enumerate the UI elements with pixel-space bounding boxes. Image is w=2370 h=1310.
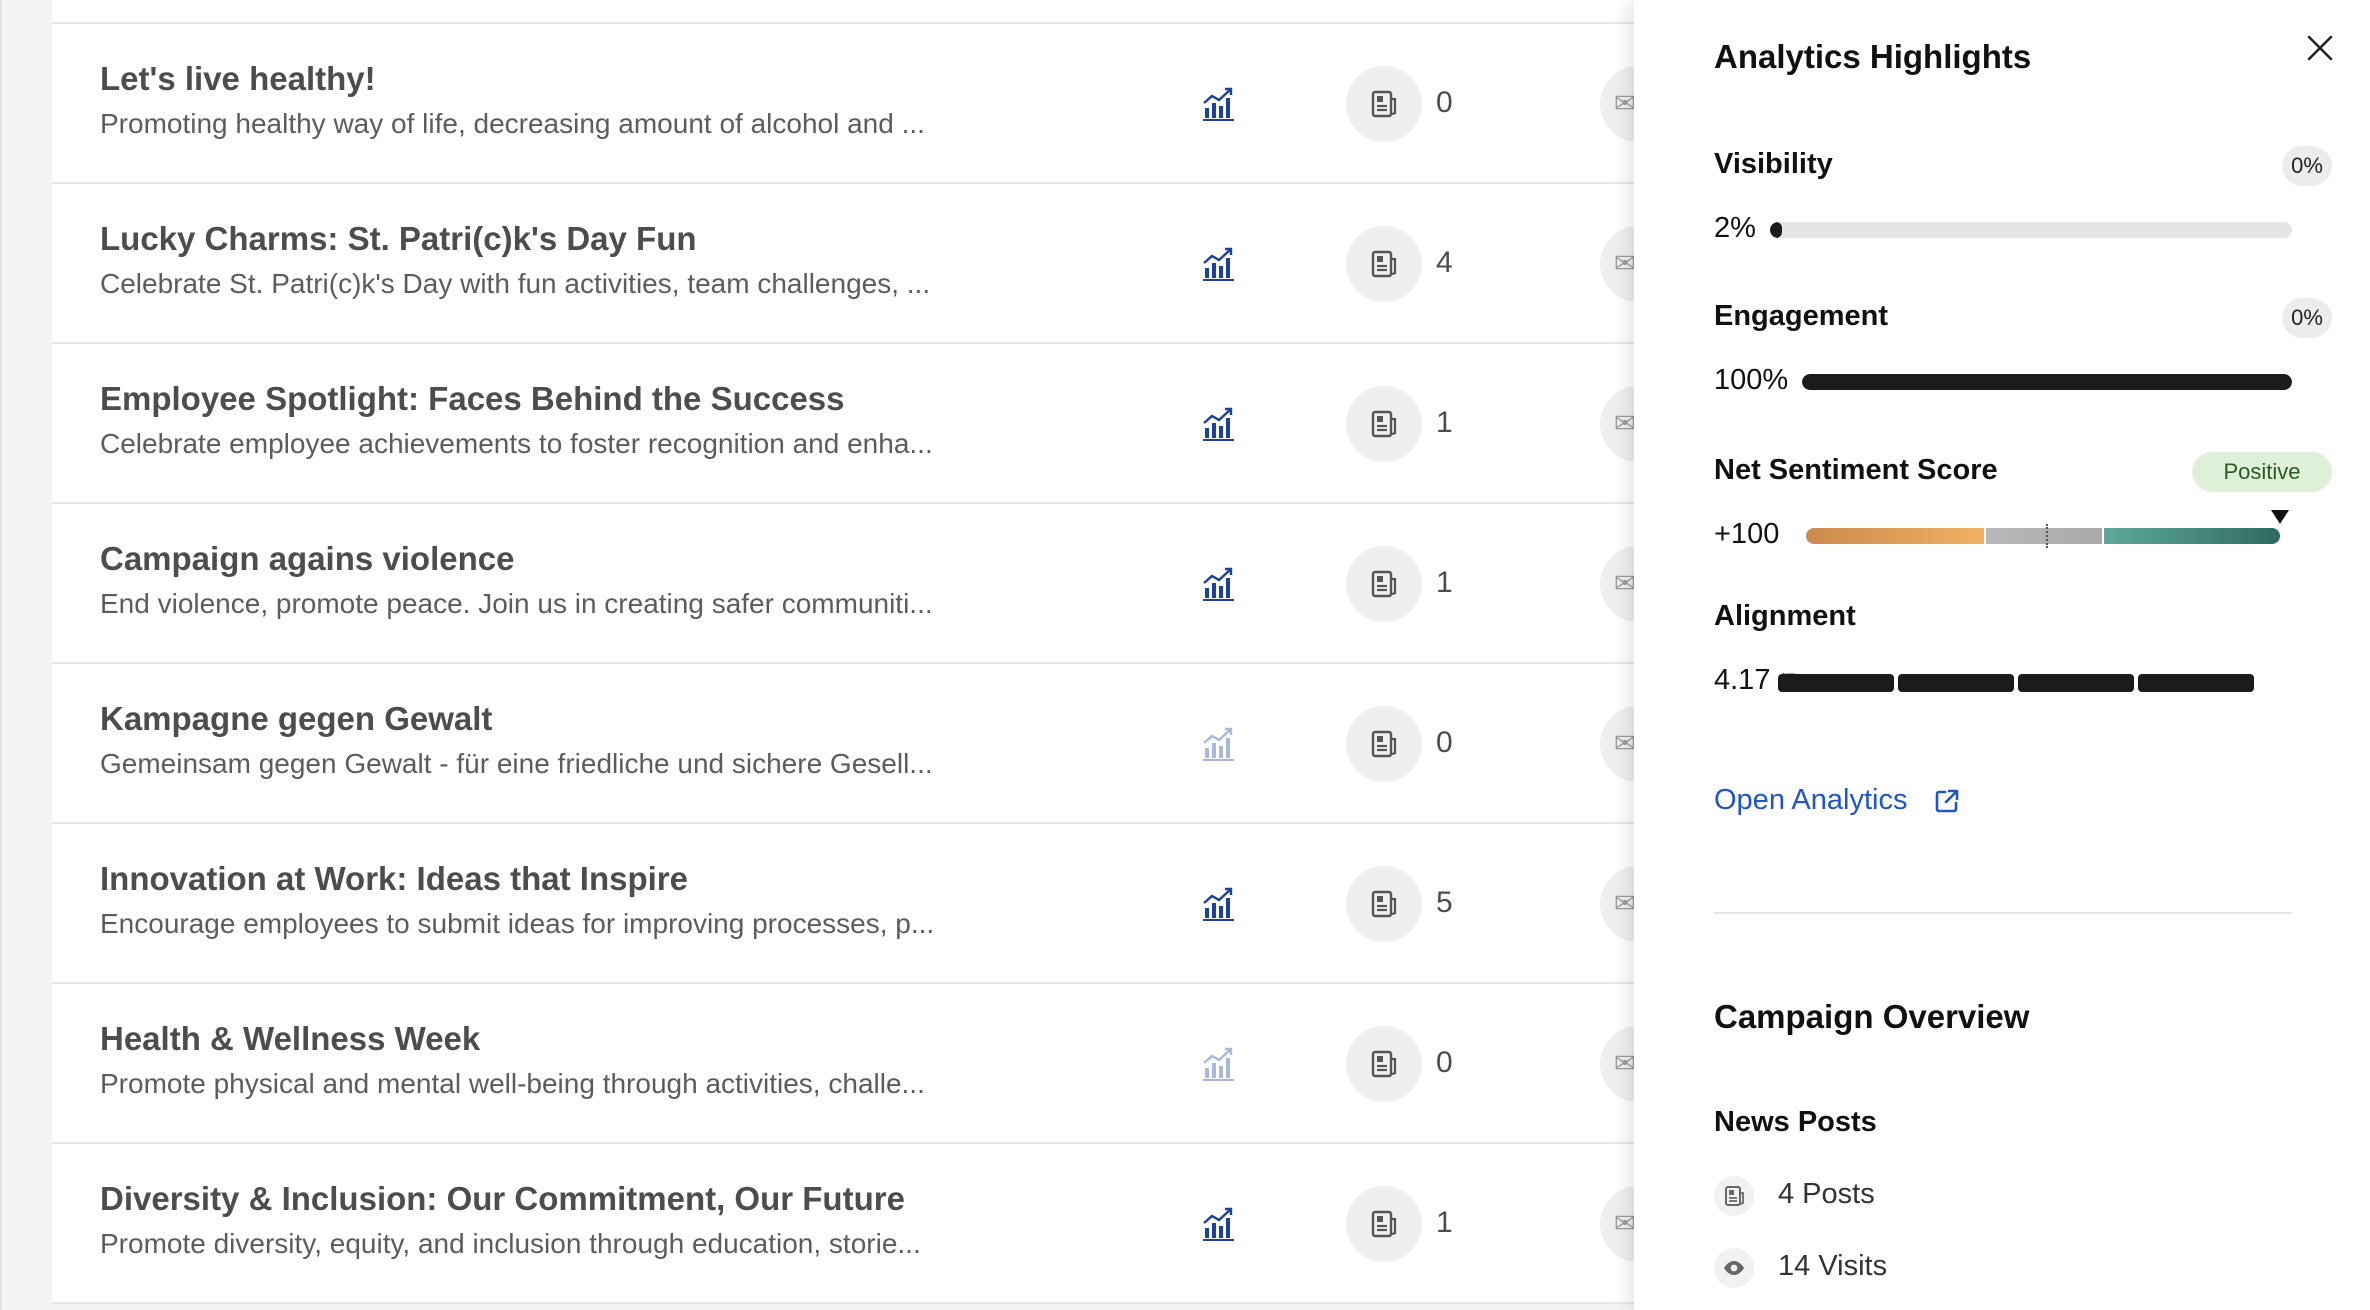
campaign-title[interactable]: Health & Wellness Week: [100, 1020, 480, 1058]
external-link-icon: [1935, 789, 1959, 813]
newspaper-icon: [1346, 1186, 1422, 1262]
bar-chart-icon[interactable]: [1200, 884, 1238, 922]
visibility-fill: [1770, 222, 1782, 238]
visibility-track: [1770, 222, 2292, 238]
campaign-description: Promote diversity, equity, and inclusion…: [100, 1228, 921, 1259]
sentiment-negative-segment: [1806, 528, 1984, 544]
newspaper-icon: [1346, 546, 1422, 622]
visibility-value: 2%: [1714, 212, 1756, 244]
close-button[interactable]: [2302, 30, 2338, 66]
campaign-row[interactable]: Health & Wellness Week Promote physical a…: [52, 984, 1642, 1144]
post-count: 0: [1436, 1046, 1453, 1079]
campaign-description: Encourage employees to submit ideas for …: [100, 908, 935, 939]
sentiment-scale: [1806, 528, 2280, 544]
visits-count: 14 Visits: [1778, 1250, 1888, 1282]
drawer-divider: [1714, 912, 2292, 914]
post-count: 0: [1436, 726, 1453, 759]
engagement-track: [1802, 374, 2292, 390]
campaign-description: Promoting healthy way of life, decreasin…: [100, 108, 925, 139]
campaign-description: Celebrate St. Patri(c)k's Day with fun a…: [100, 268, 931, 299]
post-count: 1: [1436, 566, 1453, 599]
campaign-title[interactable]: Employee Spotlight: Faces Behind the Suc…: [100, 380, 845, 418]
alignment-score: 4.17: [1714, 664, 1771, 696]
close-icon: [2307, 35, 2333, 61]
campaign-title[interactable]: Campaign agains violence: [100, 540, 514, 578]
engagement-label: Engagement: [1714, 300, 1889, 332]
post-count: 5: [1436, 886, 1453, 919]
campaign-title[interactable]: Lucky Charms: St. Patri(c)k's Day Fun: [100, 220, 697, 258]
analytics-drawer: Analytics Highlights Visibility 0% 2% En…: [1634, 0, 2370, 1310]
campaign-row[interactable]: Lucky Charms: St. Patri(c)k's Day Fun Cel…: [52, 184, 1642, 344]
engagement-fill: [1802, 374, 2292, 390]
alignment-segment: [1778, 674, 1894, 692]
bar-chart-icon[interactable]: [1200, 1044, 1238, 1082]
alignment-segment: [2138, 674, 2254, 692]
campaign-description: End violence, promote peace. Join us in …: [100, 588, 933, 619]
visibility-badge: 0%: [2282, 146, 2332, 186]
campaign-row[interactable]: Campaign agains violence End violence, pr…: [52, 504, 1642, 664]
page-left-border: [0, 0, 2, 1310]
alignment-segment: [2018, 674, 2134, 692]
sentiment-neutral-segment: [1986, 528, 2102, 544]
campaign-row[interactable]: Innovation at Work: Ideas that Inspire En…: [52, 824, 1642, 984]
newspaper-icon: [1346, 226, 1422, 302]
sentiment-value: +100: [1714, 518, 1780, 550]
news-posts-title: News Posts: [1714, 1106, 1877, 1138]
drawer-title: Analytics Highlights: [1714, 38, 2032, 75]
engagement-value: 100%: [1714, 364, 1789, 396]
sentiment-marker: [2271, 510, 2289, 524]
eye-icon: [1714, 1248, 1754, 1288]
open-analytics-label: Open Analytics: [1714, 784, 1908, 816]
sentiment-label: Net Sentiment Score: [1714, 454, 1998, 486]
sentiment-positive-segment: [2104, 528, 2280, 544]
post-count: 1: [1436, 406, 1453, 439]
campaign-description: Gemeinsam gegen Gewalt - für eine friedl…: [100, 748, 933, 779]
sentiment-neutral-tick: [2046, 524, 2048, 548]
alignment-segment: [1898, 674, 2014, 692]
campaign-overview-title: Campaign Overview: [1714, 998, 2030, 1035]
newspaper-icon: [1346, 1026, 1422, 1102]
bar-chart-icon[interactable]: [1200, 724, 1238, 762]
newspaper-icon: [1346, 706, 1422, 782]
bar-chart-icon[interactable]: [1200, 404, 1238, 442]
campaign-title[interactable]: Let's live healthy!: [100, 60, 376, 98]
alignment-label: Alignment: [1714, 600, 1856, 632]
open-analytics-link[interactable]: Open Analytics: [1714, 784, 1959, 817]
bar-chart-icon[interactable]: [1200, 1204, 1238, 1242]
posts-count: 4 Posts: [1778, 1178, 1875, 1210]
campaign-title[interactable]: Kampagne gegen Gewalt: [100, 700, 492, 738]
post-count: 4: [1436, 246, 1453, 279]
newspaper-icon: [1346, 866, 1422, 942]
bar-chart-icon[interactable]: [1200, 84, 1238, 122]
campaign-description: Promote physical and mental well-being t…: [100, 1068, 925, 1099]
engagement-badge: 0%: [2282, 298, 2332, 338]
bar-chart-icon[interactable]: [1200, 564, 1238, 602]
post-count: 0: [1436, 86, 1453, 119]
newspaper-icon: [1346, 386, 1422, 462]
sentiment-badge: Positive: [2192, 452, 2332, 492]
newspaper-icon: [1714, 1176, 1754, 1216]
visibility-label: Visibility: [1714, 148, 1833, 180]
campaign-list: Let's live healthy! Promoting healthy way…: [52, 0, 1642, 1304]
post-count: 1: [1436, 1206, 1453, 1239]
campaign-row[interactable]: Diversity & Inclusion: Our Commitment, O…: [52, 1144, 1642, 1304]
campaign-row[interactable]: Let's live healthy! Promoting healthy way…: [52, 24, 1642, 184]
bar-chart-icon[interactable]: [1200, 244, 1238, 282]
campaign-description: Celebrate employee achievements to foste…: [100, 428, 933, 459]
campaign-title[interactable]: Diversity & Inclusion: Our Commitment, O…: [100, 1180, 905, 1218]
newspaper-icon: [1346, 66, 1422, 142]
campaign-row[interactable]: Employee Spotlight: Faces Behind the Suc…: [52, 344, 1642, 504]
campaign-title[interactable]: Innovation at Work: Ideas that Inspire: [100, 860, 688, 898]
campaign-row[interactable]: Kampagne gegen Gewalt Gemeinsam gegen Gew…: [52, 664, 1642, 824]
